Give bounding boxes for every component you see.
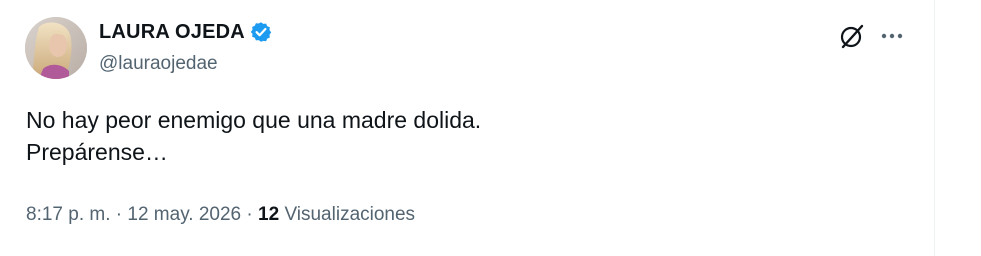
grok-button[interactable]	[836, 20, 868, 52]
tweet-text-line: No hay peor enemigo que una madre dolida…	[26, 107, 482, 133]
avatar-photo	[25, 17, 87, 79]
author-display-name[interactable]: LAURA OJEDA	[99, 20, 245, 44]
views-count: 12	[258, 204, 280, 225]
tweet-time: 8:17 p. m.	[26, 204, 111, 225]
author-handle[interactable]: @lauraojedae	[99, 52, 218, 76]
views-label: Visualizaciones	[284, 204, 416, 225]
tweet-date: 12 may. 2026	[127, 204, 242, 225]
grok-icon	[840, 24, 864, 49]
tweet-text: No hay peor enemigo que una madre dolida…	[26, 104, 481, 168]
tweet-text-line: Prepárense…	[26, 139, 168, 165]
more-options-button[interactable]	[876, 20, 908, 52]
author-name-row: LAURA OJEDA	[99, 20, 272, 44]
verified-badge-icon[interactable]	[250, 21, 272, 43]
avatar[interactable]	[25, 17, 87, 79]
more-icon	[881, 33, 903, 39]
tweet-timestamp-link[interactable]: 8:17 p. m. · 12 may. 2026	[26, 203, 241, 227]
tweet-card: LAURA OJEDA @lauraojedae No hay peor ene…	[0, 0, 935, 256]
tweet-meta: 8:17 p. m. · 12 may. 2026 · 12 Visualiza…	[26, 203, 415, 227]
